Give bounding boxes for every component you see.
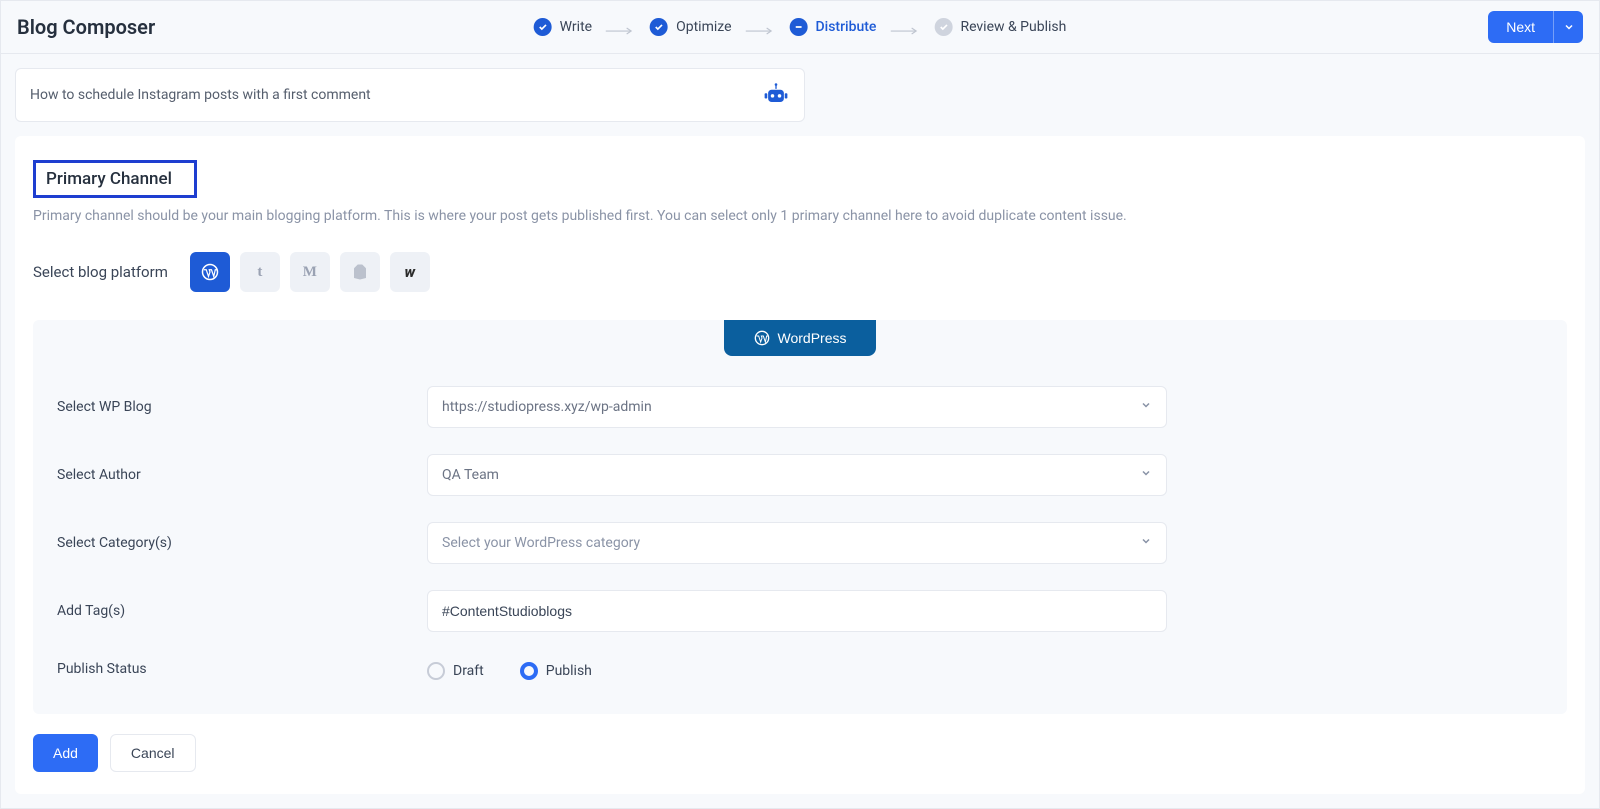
wordpress-tab[interactable]: WordPress xyxy=(724,320,877,356)
webflow-icon: w xyxy=(405,263,416,281)
tumblr-icon: t xyxy=(257,264,262,281)
platform-wordpress[interactable] xyxy=(190,252,230,292)
wordpress-icon xyxy=(201,263,219,281)
arrow-right-icon xyxy=(890,23,920,31)
primary-channel-panel: Primary Channel Primary channel should b… xyxy=(15,136,1585,794)
radio-icon xyxy=(427,662,445,680)
author-label: Select Author xyxy=(57,467,427,483)
step-label: Distribute xyxy=(816,19,877,35)
platform-medium[interactable]: M xyxy=(290,252,330,292)
post-title-text: How to schedule Instagram posts with a f… xyxy=(30,87,371,103)
radio-icon xyxy=(520,662,538,680)
step-label: Write xyxy=(560,19,592,35)
platform-shopify[interactable] xyxy=(340,252,380,292)
wp-blog-select[interactable]: https://studiopress.xyz/wp-admin xyxy=(427,386,1167,428)
wordpress-icon xyxy=(754,330,770,346)
check-icon xyxy=(934,18,952,36)
ai-bot-icon[interactable] xyxy=(762,81,790,109)
stepper: Write Optimize Distribute xyxy=(534,18,1067,36)
tags-input[interactable] xyxy=(427,590,1167,632)
chevron-down-icon xyxy=(1563,21,1575,33)
chevron-down-icon xyxy=(1140,399,1152,415)
platform-webflow[interactable]: w xyxy=(390,252,430,292)
chevron-down-icon xyxy=(1140,535,1152,551)
step-label: Optimize xyxy=(676,19,731,35)
step-label: Review & Publish xyxy=(960,19,1066,35)
author-select[interactable]: QA Team xyxy=(427,454,1167,496)
minus-icon xyxy=(790,18,808,36)
primary-channel-heading: Primary Channel xyxy=(33,160,197,198)
wordpress-tab-label: WordPress xyxy=(778,330,847,346)
cancel-button[interactable]: Cancel xyxy=(110,734,196,772)
next-button[interactable]: Next xyxy=(1488,11,1553,43)
primary-channel-desc: Primary channel should be your main blog… xyxy=(33,208,1567,224)
chevron-down-icon xyxy=(1140,467,1152,483)
status-draft-radio[interactable]: Draft xyxy=(427,662,484,680)
category-label: Select Category(s) xyxy=(57,535,427,551)
post-title-input[interactable]: How to schedule Instagram posts with a f… xyxy=(15,68,805,122)
topbar: Blog Composer Write Optimize xyxy=(1,1,1599,54)
arrow-right-icon xyxy=(606,23,636,31)
wp-blog-label: Select WP Blog xyxy=(57,399,427,415)
arrow-right-icon xyxy=(746,23,776,31)
step-write[interactable]: Write xyxy=(534,18,592,36)
platform-tumblr[interactable]: t xyxy=(240,252,280,292)
step-review[interactable]: Review & Publish xyxy=(934,18,1066,36)
check-icon xyxy=(650,18,668,36)
status-publish-radio[interactable]: Publish xyxy=(520,662,592,680)
content-area: How to schedule Instagram posts with a f… xyxy=(1,54,1599,808)
wp-blog-value: https://studiopress.xyz/wp-admin xyxy=(442,399,652,415)
tags-label: Add Tag(s) xyxy=(57,603,427,619)
category-placeholder: Select your WordPress category xyxy=(442,535,640,551)
add-button[interactable]: Add xyxy=(33,734,98,772)
author-value: QA Team xyxy=(442,467,499,483)
check-icon xyxy=(534,18,552,36)
category-select[interactable]: Select your WordPress category xyxy=(427,522,1167,564)
next-button-group: Next xyxy=(1488,11,1583,43)
medium-icon: M xyxy=(303,264,317,281)
step-distribute[interactable]: Distribute xyxy=(790,18,877,36)
wordpress-form: WordPress Select WP Blog https://studiop… xyxy=(33,320,1567,714)
status-publish-label: Publish xyxy=(546,663,592,679)
status-label: Publish Status xyxy=(57,661,427,677)
select-platform-label: Select blog platform xyxy=(33,263,168,281)
status-draft-label: Draft xyxy=(453,663,484,679)
next-dropdown-button[interactable] xyxy=(1553,11,1583,43)
shopify-icon xyxy=(351,263,369,281)
platform-pills: t M w xyxy=(190,252,430,292)
page-title: Blog Composer xyxy=(17,15,155,39)
step-optimize[interactable]: Optimize xyxy=(650,18,731,36)
